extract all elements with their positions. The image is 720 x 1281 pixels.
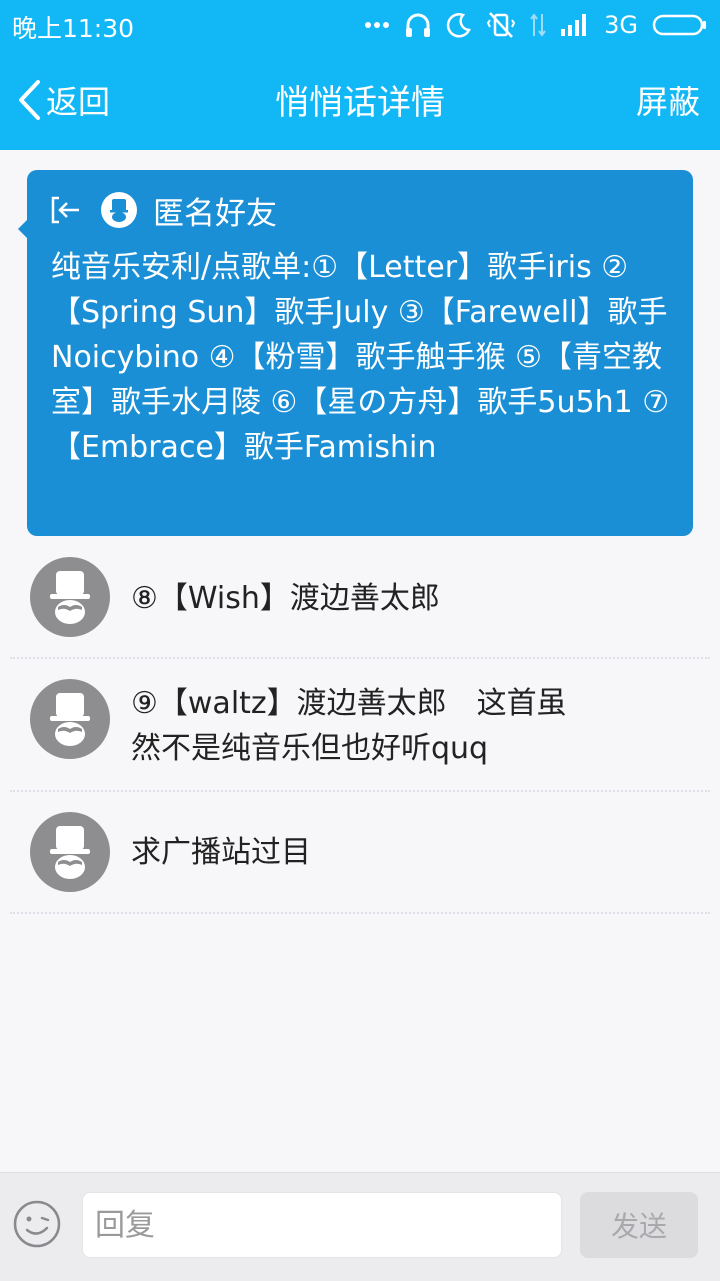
back-label: 返回: [46, 83, 111, 121]
exit-arrow-icon[interactable]: [49, 194, 83, 226]
divider: [10, 790, 710, 792]
reply-input[interactable]: [82, 1192, 562, 1258]
emoji-icon[interactable]: [12, 1199, 62, 1249]
reply-text: ⑧【Wish】渡边善太郎: [131, 581, 440, 616]
status-bar: 晚上11:30 3G: [0, 0, 720, 50]
card-header: 匿名好友: [49, 190, 277, 232]
moon-icon: [446, 13, 472, 38]
whisper-card: 匿名好友 纯音乐安利/点歌单:①【Letter】歌手iris ②【Spring …: [18, 170, 693, 536]
status-icons: 3G: [364, 8, 708, 42]
headphones-icon: [406, 13, 431, 37]
network-type: 3G: [604, 11, 638, 39]
dots-icon: [365, 22, 390, 28]
send-button[interactable]: 发送: [580, 1192, 698, 1258]
post-text: 纯音乐安利/点歌单:①【Letter】歌手iris ②【Spring Sun】歌…: [51, 250, 670, 465]
author-name: 匿名好友: [153, 195, 277, 232]
status-time: 晚上11:30: [12, 14, 135, 43]
chevron-left-icon: [19, 80, 40, 120]
anonymous-avatar-icon: [30, 557, 110, 637]
anonymous-avatar-icon: [30, 812, 110, 892]
divider: [10, 657, 710, 659]
block-button[interactable]: 屏蔽: [636, 77, 700, 123]
back-button[interactable]: 返回: [16, 76, 110, 124]
signal-icon: [561, 14, 587, 36]
nav-bar: 返回 悄悄话详情 屏蔽: [0, 50, 720, 150]
reply-text: 求广播站过目: [131, 835, 311, 870]
battery-icon: [652, 14, 706, 36]
divider: [10, 912, 710, 914]
anonymous-avatar-icon: [30, 679, 110, 759]
reply-text: ⑨【waltz】渡边善太郎 这首虽然不是纯音乐但也好听quq: [131, 686, 567, 766]
data-arrows-icon: [530, 13, 546, 37]
anonymous-avatar-icon: [101, 192, 137, 228]
card-pointer: [18, 220, 27, 238]
reply-input-bar: 发送: [0, 1172, 720, 1281]
vibrate-off-icon: [486, 12, 516, 38]
